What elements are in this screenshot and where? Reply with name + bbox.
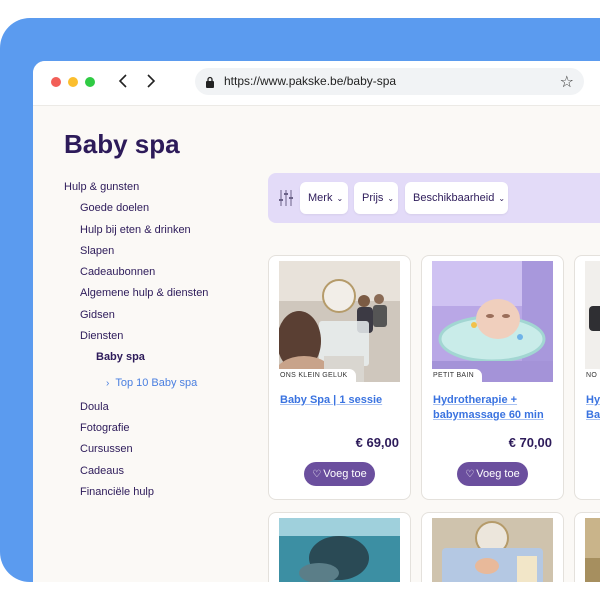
- product-card[interactable]: PETIT BAIN Hydrotherapie + babymassage 6…: [421, 255, 564, 500]
- sidebar-item-top10-baby-spa[interactable]: › Top 10 Baby spa: [64, 369, 274, 397]
- sidebar-item-hulp-gunsten[interactable]: Hulp & gunsten: [64, 177, 274, 198]
- sidebar-item-cursussen[interactable]: Cursussen: [64, 439, 274, 460]
- sliders-icon[interactable]: [279, 189, 293, 207]
- sidebar-item-doula[interactable]: Doula: [64, 397, 274, 418]
- minimize-window-dot[interactable]: [68, 77, 78, 87]
- sidebar-item-label: Top 10 Baby spa: [115, 376, 198, 389]
- product-card[interactable]: NO Hy Ba: [574, 255, 600, 500]
- filter-merk-button[interactable]: Merk ⌄: [300, 182, 348, 214]
- filter-label: Beschikbaarheid: [413, 192, 495, 204]
- sidebar-item-goede-doelen[interactable]: Goede doelen: [64, 198, 274, 219]
- filter-beschikbaarheid-button[interactable]: Beschikbaarheid ⌄: [405, 182, 508, 214]
- sidebar-item-cadeaus[interactable]: Cadeaus: [64, 461, 274, 482]
- product-title-link[interactable]: Baby Spa | 1 sessie: [280, 393, 405, 408]
- category-sidebar: Hulp & gunsten Goede doelen Hulp bij ete…: [64, 177, 274, 503]
- sidebar-item-gidsen[interactable]: Gidsen: [64, 305, 274, 326]
- chevron-right-icon[interactable]: [140, 70, 160, 92]
- filter-prijs-button[interactable]: Prijs ⌄: [354, 182, 398, 214]
- product-card[interactable]: [574, 512, 600, 582]
- product-image[interactable]: [585, 518, 600, 582]
- sidebar-item-financiele-hulp[interactable]: Financiële hulp: [64, 482, 274, 503]
- product-image[interactable]: [432, 261, 553, 382]
- product-title-link[interactable]: Hy Ba: [586, 393, 600, 423]
- product-image[interactable]: [432, 518, 553, 582]
- sidebar-item-eten-drinken[interactable]: Hulp bij eten & drinken: [64, 220, 274, 241]
- sidebar-item-diensten[interactable]: Diensten: [64, 326, 274, 347]
- product-card[interactable]: [268, 512, 411, 582]
- product-card[interactable]: [421, 512, 564, 582]
- page-title: Baby spa: [64, 129, 180, 159]
- sidebar-item-baby-spa[interactable]: Baby spa: [64, 347, 274, 368]
- product-price: € 70,00: [508, 435, 552, 450]
- lock-icon: [205, 75, 215, 88]
- brand-label: PETIT BAIN: [432, 369, 482, 383]
- add-to-list-button[interactable]: ♡ Voeg toe: [457, 462, 528, 486]
- address-bar[interactable]: https://www.pakske.be/baby-spa ☆: [195, 68, 584, 95]
- filter-label: Merk: [308, 192, 333, 204]
- chevron-down-icon: ⌄: [387, 194, 395, 203]
- sidebar-item-cadeaubonnen[interactable]: Cadeaubonnen: [64, 262, 274, 283]
- product-image[interactable]: [279, 261, 400, 382]
- product-image[interactable]: [279, 518, 400, 582]
- star-icon[interactable]: ☆: [560, 72, 574, 92]
- sidebar-item-algemene-hulp[interactable]: Algemene hulp & diensten: [64, 283, 274, 304]
- product-image[interactable]: [585, 261, 600, 382]
- chevron-right-icon: ›: [106, 377, 110, 389]
- filter-bar: Merk ⌄ Prijs ⌄ Beschikbaarheid ⌄: [268, 173, 600, 223]
- close-window-dot[interactable]: [51, 77, 61, 87]
- chevron-left-icon[interactable]: [114, 70, 134, 92]
- product-card[interactable]: ONS KLEIN GELUK Baby Spa | 1 sessie € 69…: [268, 255, 411, 500]
- chevron-down-icon: ⌄: [336, 194, 344, 203]
- add-button-label: Voeg toe: [476, 468, 520, 480]
- url-text: https://www.pakske.be/baby-spa: [224, 74, 397, 88]
- sidebar-item-slapen[interactable]: Slapen: [64, 241, 274, 262]
- product-title-link[interactable]: Hydrotherapie + babymassage 60 min: [433, 393, 558, 423]
- filter-label: Prijs: [362, 192, 384, 204]
- chevron-down-icon: ⌄: [498, 194, 506, 203]
- page-content: Baby spa Hulp & gunsten Goede doelen Hul…: [33, 107, 600, 582]
- browser-toolbar: https://www.pakske.be/baby-spa ☆: [33, 61, 600, 106]
- add-to-list-button[interactable]: ♡ Voeg toe: [304, 462, 375, 486]
- brand-label: NO: [585, 369, 600, 383]
- heart-icon: ♡: [312, 469, 322, 480]
- add-button-label: Voeg toe: [323, 468, 367, 480]
- browser-window: https://www.pakske.be/baby-spa ☆ Baby sp…: [33, 61, 600, 582]
- heart-icon: ♡: [465, 469, 475, 480]
- maximize-window-dot[interactable]: [85, 77, 95, 87]
- brand-label: ONS KLEIN GELUK: [279, 369, 356, 383]
- product-price: € 69,00: [355, 435, 399, 450]
- sidebar-item-fotografie[interactable]: Fotografie: [64, 418, 274, 439]
